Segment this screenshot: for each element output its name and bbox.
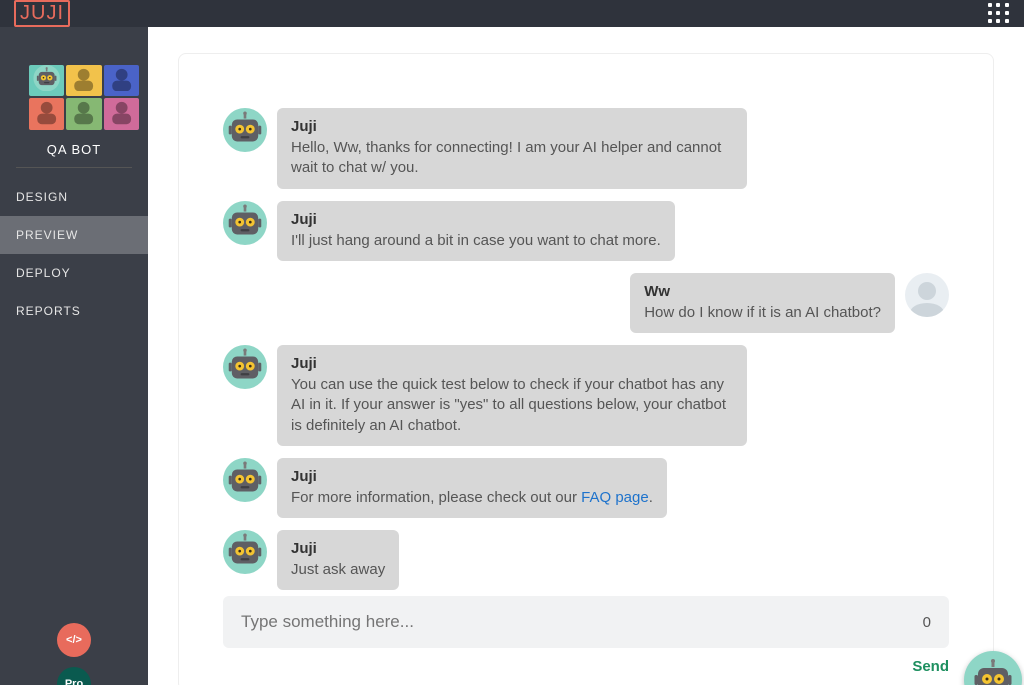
bot-message-row: Juji I'll just hang around a bit in case … bbox=[223, 201, 949, 261]
bot-message-row: Juji Hello, Ww, thanks for connecting! I … bbox=[223, 108, 949, 189]
message-sender: Juji bbox=[291, 118, 733, 135]
content-area: Juji Hello, Ww, thanks for connecting! I … bbox=[148, 27, 1024, 685]
message-sender: Ww bbox=[644, 283, 881, 300]
pro-badge[interactable]: Pro bbox=[57, 667, 91, 685]
avatar-cell bbox=[66, 98, 101, 129]
message-bubble: Ww How do I know if it is an AI chatbot? bbox=[630, 273, 895, 333]
chat-input-area: 0 bbox=[223, 596, 949, 648]
user-message-row: Ww How do I know if it is an AI chatbot? bbox=[223, 273, 949, 333]
message-text: Just ask away bbox=[291, 560, 385, 580]
char-counter: 0 bbox=[923, 614, 931, 631]
bot-message-row: Juji For more information, please check o… bbox=[223, 458, 949, 518]
sidebar-item-deploy[interactable]: DEPLOY bbox=[0, 254, 148, 292]
message-bubble: Juji For more information, please check o… bbox=[277, 458, 667, 518]
sidebar-item-design[interactable]: DESIGN bbox=[0, 178, 148, 216]
message-sender: Juji bbox=[291, 211, 661, 228]
faq-link[interactable]: FAQ page bbox=[581, 489, 649, 506]
message-bubble: Juji I'll just hang around a bit in case … bbox=[277, 201, 675, 261]
apps-menu-icon[interactable] bbox=[988, 3, 1010, 25]
message-text: For more information, please check out o… bbox=[291, 488, 653, 508]
sidebar-item-reports[interactable]: REPORTS bbox=[0, 292, 148, 330]
bot-avatar-grid bbox=[29, 65, 119, 120]
chat-launcher-icon[interactable] bbox=[964, 651, 1022, 685]
bot-message-row: Juji You can use the quick test below to … bbox=[223, 345, 949, 446]
bot-avatar-icon bbox=[223, 458, 267, 502]
avatar-cell bbox=[29, 65, 64, 96]
bot-avatar-icon bbox=[223, 345, 267, 389]
bot-avatar-icon bbox=[223, 530, 267, 574]
avatar-cell bbox=[66, 65, 101, 96]
bot-avatar-icon bbox=[223, 201, 267, 245]
message-text: Hello, Ww, thanks for connecting! I am y… bbox=[291, 138, 733, 179]
message-text: I'll just hang around a bit in case you … bbox=[291, 231, 661, 251]
sidebar: QA BOT DESIGNPREVIEWDEPLOYREPORTS </> Pr… bbox=[0, 27, 148, 685]
avatar-cell bbox=[104, 98, 139, 129]
bot-title: QA BOT bbox=[16, 142, 132, 168]
message-sender: Juji bbox=[291, 540, 385, 557]
message-bubble: Juji You can use the quick test below to … bbox=[277, 345, 747, 446]
message-list: Juji Hello, Ww, thanks for connecting! I … bbox=[223, 108, 949, 592]
logo[interactable]: JUJI bbox=[14, 0, 70, 27]
message-bubble: Juji Just ask away bbox=[277, 530, 399, 590]
user-avatar-icon bbox=[905, 273, 949, 317]
message-text: How do I know if it is an AI chatbot? bbox=[644, 303, 881, 323]
message-bubble: Juji Hello, Ww, thanks for connecting! I … bbox=[277, 108, 747, 189]
bot-avatar-icon bbox=[223, 108, 267, 152]
chat-input[interactable] bbox=[241, 612, 911, 632]
message-text: You can use the quick test below to chec… bbox=[291, 375, 733, 436]
message-sender: Juji bbox=[291, 355, 733, 372]
avatar-cell bbox=[29, 98, 64, 129]
message-sender: Juji bbox=[291, 468, 653, 485]
topbar: JUJI bbox=[0, 0, 1024, 27]
chat-card: Juji Hello, Ww, thanks for connecting! I … bbox=[178, 53, 994, 685]
send-button[interactable]: Send bbox=[912, 658, 949, 675]
bot-message-row: Juji Just ask away bbox=[223, 530, 949, 590]
avatar-cell bbox=[104, 65, 139, 96]
sidebar-item-preview[interactable]: PREVIEW bbox=[0, 216, 148, 254]
code-mode-button[interactable]: </> bbox=[57, 623, 91, 657]
sidebar-nav: DESIGNPREVIEWDEPLOYREPORTS bbox=[0, 178, 148, 330]
